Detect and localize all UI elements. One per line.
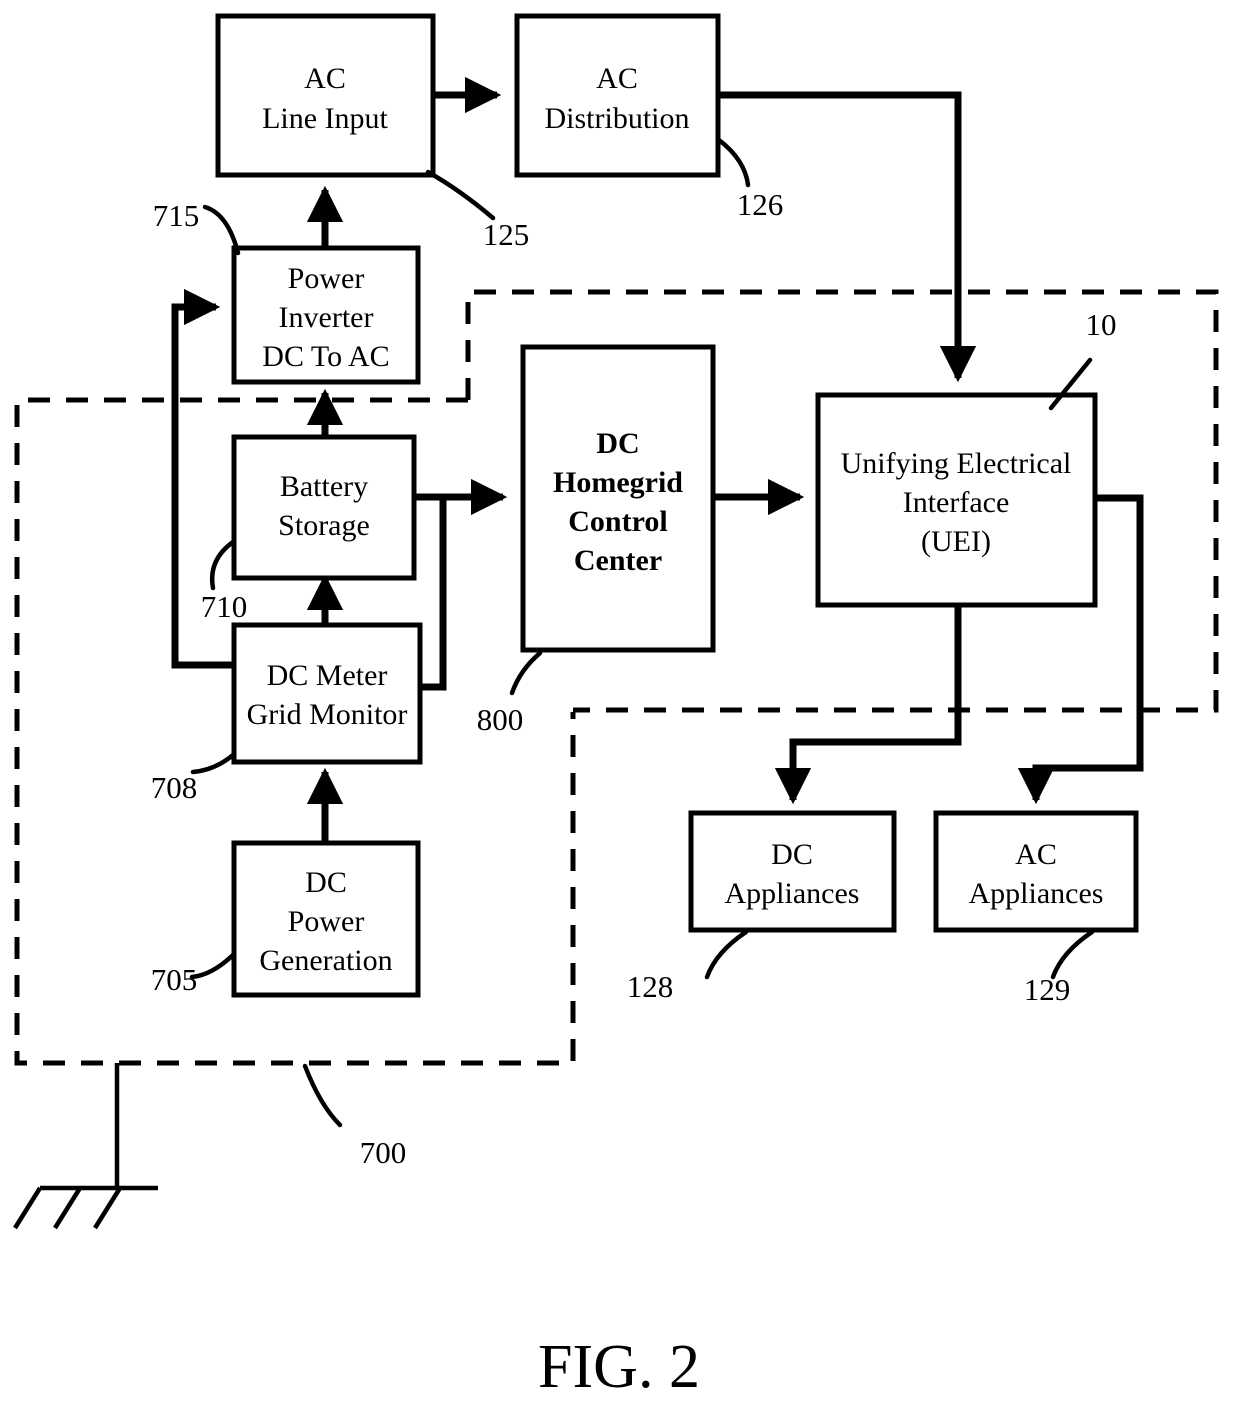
reference-800-label: 800 (477, 702, 524, 737)
wire-uei-to-dc-appliances (774, 605, 962, 805)
block-battery-storage-line2: Storage (278, 509, 370, 542)
block-ac-distribution-line2: Distribution (544, 102, 689, 135)
block-uei-line2: Interface (903, 486, 1010, 519)
block-uei-line1: Unifying Electrical (841, 447, 1072, 480)
block-unifying-electrical-interface[interactable]: Unifying Electrical Interface (UEI) (815, 392, 1098, 608)
block-battery-storage[interactable]: Battery Storage (231, 434, 417, 581)
reference-705-label: 705 (151, 962, 198, 997)
block-dc-power-gen-line2: Power (288, 905, 365, 938)
diagram-canvas: AC Line Input AC Distribution Power Inve… (13, 13, 1219, 1401)
block-power-inverter-line1: Power (288, 262, 365, 295)
reference-128: 128 (627, 929, 749, 1004)
reference-700: 700 (302, 1063, 407, 1170)
block-control-center-line4: Center (574, 544, 662, 577)
block-ac-line-input-line2: Line Input (262, 102, 388, 135)
block-battery-storage-line1: Battery (280, 470, 368, 503)
reference-715-label: 715 (153, 198, 200, 233)
block-ac-distribution-line1: AC (596, 62, 638, 95)
block-dc-appliances-line2: Appliances (725, 877, 860, 910)
reference-710-label: 710 (201, 589, 248, 624)
block-dc-meter-line2: Grid Monitor (247, 698, 408, 731)
reference-126-label: 126 (737, 187, 784, 222)
patent-figure: AC Line Input AC Distribution Power Inve… (0, 0, 1240, 1407)
block-ac-appliances-line1: AC (1015, 838, 1057, 871)
reference-129: 129 (1024, 929, 1095, 1007)
reference-125: 125 (425, 169, 530, 252)
block-ac-line-input[interactable]: AC Line Input (215, 13, 436, 178)
block-dc-appliances-line1: DC (771, 838, 813, 871)
reference-708-label: 708 (151, 770, 198, 805)
block-ac-line-input-line1: AC (304, 62, 346, 95)
reference-129-label: 129 (1024, 972, 1071, 1007)
block-control-center-line2: Homegrid (553, 466, 683, 499)
reference-128-label: 128 (627, 969, 674, 1004)
block-ac-appliances[interactable]: AC Appliances (933, 810, 1139, 933)
block-dc-appliances[interactable]: DC Appliances (688, 810, 897, 933)
block-dc-power-generation[interactable]: DC Power Generation (231, 840, 421, 998)
figure-caption: FIG. 2 (538, 1333, 700, 1401)
ground-symbol (13, 1063, 158, 1230)
reference-715: 715 (153, 198, 241, 256)
reference-10-label: 10 (1086, 307, 1117, 342)
block-ac-appliances-line2: Appliances (969, 877, 1104, 910)
reference-126: 126 (716, 137, 784, 222)
block-power-inverter-line3: DC To AC (262, 340, 389, 373)
reference-708: 708 (151, 752, 236, 805)
block-dc-meter-line1: DC Meter (267, 659, 388, 692)
wire-acdist-to-uei (718, 91, 977, 383)
block-power-inverter-line2: Inverter (279, 301, 374, 334)
reference-700-label: 700 (360, 1135, 407, 1170)
block-control-center-line1: DC (596, 427, 639, 460)
reference-705: 705 (151, 952, 236, 997)
block-control-center-line3: Control (568, 505, 667, 538)
block-dc-power-gen-line1: DC (305, 866, 347, 899)
block-ac-distribution[interactable]: AC Distribution (514, 13, 721, 178)
block-uei-line3: (UEI) (921, 525, 991, 558)
block-dc-power-gen-line3: Generation (259, 944, 392, 977)
block-dc-homegrid-control-center[interactable]: DC Homegrid Control Center (520, 344, 716, 653)
reference-125-label: 125 (483, 217, 530, 252)
block-power-inverter[interactable]: Power Inverter DC To AC (231, 245, 421, 385)
block-dc-meter-grid-monitor[interactable]: DC Meter Grid Monitor (231, 622, 423, 765)
reference-800: 800 (477, 650, 543, 737)
